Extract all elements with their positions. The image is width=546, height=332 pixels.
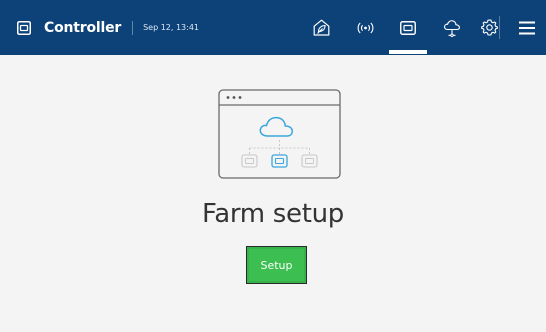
nav-controller[interactable] [389,0,427,55]
settings-icon [480,19,498,36]
app-title: Controller [44,19,122,36]
nav-cloud[interactable] [433,0,471,55]
page-title: Farm setup [201,199,345,229]
wireless-icon [357,22,373,33]
nav-menu[interactable] [508,0,546,55]
nav-settings[interactable] [470,0,508,55]
controller-icon [400,20,416,35]
top-bar: Controller Sep 12, 13:41 [0,0,546,55]
nav-divider [499,16,500,39]
title-divider [132,20,134,35]
nav-wireless[interactable] [346,0,384,55]
nav-farm[interactable] [302,0,340,55]
cloud-network-icon [218,89,341,179]
cloud-icon [443,19,460,37]
brand: Controller Sep 12, 13:41 [17,0,199,55]
controller-icon [17,20,31,35]
menu-icon [519,21,535,34]
farm-icon [313,19,329,36]
active-nav-indicator [389,50,427,54]
setup-button[interactable]: Setup [246,246,307,284]
setup-button-label: Setup [260,258,293,272]
datetime: Sep 12, 13:41 [143,23,200,32]
